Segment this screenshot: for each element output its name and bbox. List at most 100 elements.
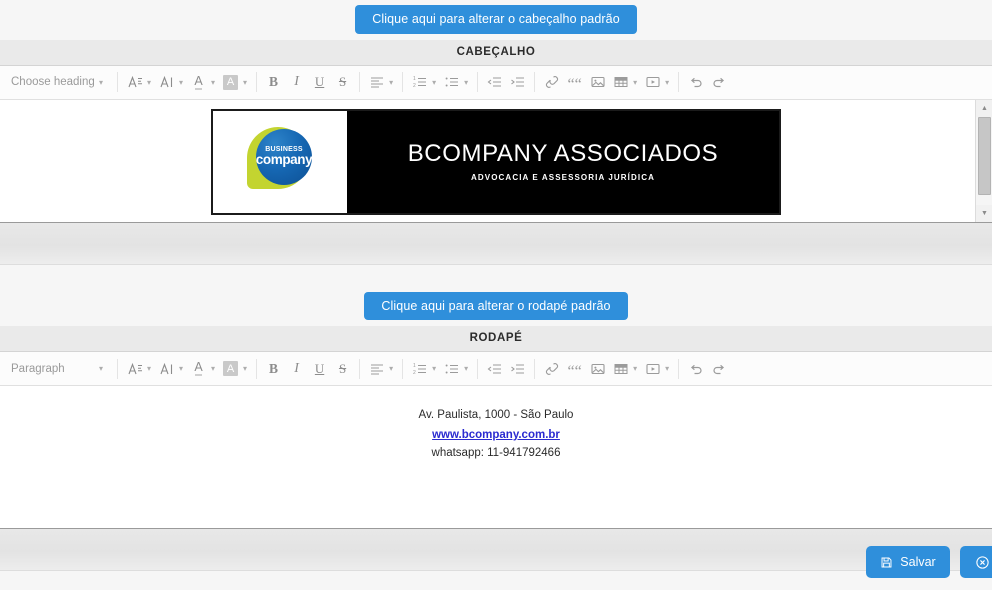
logo-circle-shape: BUSINESS company: [256, 129, 312, 185]
blockquote-icon[interactable]: ““: [563, 357, 586, 381]
strikethrough-button[interactable]: S: [331, 357, 354, 381]
footer-canvas[interactable]: Av. Paulista, 1000 - São Paulo www.bcomp…: [0, 386, 992, 528]
banner-title: BCOMPANY ASSOCIADOS: [408, 141, 719, 167]
align-left-icon[interactable]: [365, 357, 388, 381]
italic-button[interactable]: I: [285, 357, 308, 381]
chevron-down-icon[interactable]: ▾: [463, 78, 472, 87]
footer-cta-container: Clique aqui para alterar o rodapé padrão: [0, 265, 992, 327]
text-color-group: A ▾: [187, 70, 219, 94]
footer-website-link[interactable]: www.bcompany.com.br: [432, 427, 560, 445]
bold-label: B: [269, 74, 278, 90]
chevron-down-icon[interactable]: ▾: [146, 78, 155, 87]
bullet-list-icon[interactable]: [440, 357, 463, 381]
bullet-list-icon[interactable]: [440, 70, 463, 94]
footer-heading-select[interactable]: Paragraph ▾: [4, 357, 112, 381]
chevron-down-icon[interactable]: ▾: [146, 364, 155, 373]
strikethrough-label: S: [339, 361, 346, 377]
underline-label: U: [315, 361, 324, 377]
text-color-group: A ▾: [187, 357, 219, 381]
bold-button[interactable]: B: [262, 357, 285, 381]
chevron-down-icon[interactable]: ▾: [178, 78, 187, 87]
text-color-icon[interactable]: A: [187, 70, 210, 94]
redo-icon[interactable]: [707, 357, 730, 381]
font-family-icon[interactable]: [155, 357, 178, 381]
chevron-down-icon[interactable]: ▾: [242, 78, 251, 87]
save-button[interactable]: Salvar: [866, 546, 950, 578]
underline-button[interactable]: U: [308, 70, 331, 94]
blockquote-label: ““: [568, 361, 582, 377]
image-icon[interactable]: [586, 357, 609, 381]
italic-button[interactable]: I: [285, 70, 308, 94]
media-icon[interactable]: [641, 70, 664, 94]
ordered-list-icon[interactable]: 1 2: [408, 70, 431, 94]
svg-text:2: 2: [413, 83, 416, 89]
header-cta-container: Clique aqui para alterar o cabeçalho pad…: [0, 0, 992, 40]
font-size-icon[interactable]: [123, 357, 146, 381]
scroll-up-icon[interactable]: ▲: [976, 100, 992, 117]
change-footer-button[interactable]: Clique aqui para alterar o rodapé padrão: [364, 292, 627, 321]
table-icon[interactable]: [609, 357, 632, 381]
table-icon[interactable]: [609, 70, 632, 94]
chevron-down-icon[interactable]: ▾: [210, 364, 219, 373]
strikethrough-button[interactable]: S: [331, 70, 354, 94]
header-toolbar: Choose heading ▾ ▾: [0, 66, 992, 100]
chevron-down-icon[interactable]: ▾: [664, 78, 673, 87]
undo-icon[interactable]: [684, 357, 707, 381]
ordered-list-icon[interactable]: 1 2: [408, 357, 431, 381]
blockquote-icon[interactable]: ““: [563, 70, 586, 94]
header-status-strip: [0, 223, 992, 265]
outdent-icon[interactable]: [483, 70, 506, 94]
save-floppy-icon: [880, 556, 893, 569]
align-left-icon[interactable]: [365, 70, 388, 94]
chevron-down-icon[interactable]: ▾: [388, 78, 397, 87]
redo-icon[interactable]: [707, 70, 730, 94]
toolbar-divider: [117, 359, 118, 379]
outdent-icon[interactable]: [483, 357, 506, 381]
chevron-down-icon[interactable]: ▾: [388, 364, 397, 373]
font-size-icon[interactable]: [123, 70, 146, 94]
italic-label: I: [294, 74, 299, 90]
scroll-down-icon[interactable]: ▼: [976, 205, 992, 222]
header-banner-image[interactable]: BUSINESS company BCOMPANY ASSOCIADOS ADV…: [211, 109, 781, 215]
chevron-down-icon[interactable]: ▾: [178, 364, 187, 373]
chevron-down-icon: ▾: [98, 364, 107, 373]
link-icon[interactable]: [540, 357, 563, 381]
indent-icon[interactable]: [506, 70, 529, 94]
change-header-button[interactable]: Clique aqui para alterar o cabeçalho pad…: [355, 5, 637, 34]
chevron-down-icon[interactable]: ▾: [431, 364, 440, 373]
undo-icon[interactable]: [684, 70, 707, 94]
toolbar-divider: [117, 72, 118, 92]
indent-icon[interactable]: [506, 357, 529, 381]
header-canvas[interactable]: BUSINESS company BCOMPANY ASSOCIADOS ADV…: [0, 100, 992, 222]
header-canvas-scrollbar[interactable]: ▲ ▼: [975, 100, 992, 222]
image-icon[interactable]: [586, 70, 609, 94]
highlight-color-icon[interactable]: A: [219, 70, 242, 94]
action-bar: Salvar: [0, 546, 992, 590]
save-button-label: Salvar: [900, 555, 935, 569]
scrollbar-thumb[interactable]: [978, 117, 991, 195]
chevron-down-icon[interactable]: ▾: [210, 78, 219, 87]
header-editor: Choose heading ▾ ▾: [0, 66, 992, 223]
bold-button[interactable]: B: [262, 70, 285, 94]
highlight-color-icon[interactable]: A: [219, 357, 242, 381]
footer-heading-value: Paragraph: [11, 363, 65, 375]
chevron-down-icon[interactable]: ▾: [664, 364, 673, 373]
close-button[interactable]: [960, 546, 992, 578]
chevron-down-icon[interactable]: ▾: [632, 364, 641, 373]
chevron-down-icon[interactable]: ▾: [463, 364, 472, 373]
underline-button[interactable]: U: [308, 357, 331, 381]
chevron-down-icon[interactable]: ▾: [242, 364, 251, 373]
header-heading-select[interactable]: Choose heading ▾: [4, 70, 112, 94]
media-icon[interactable]: [641, 357, 664, 381]
chevron-down-icon[interactable]: ▾: [431, 78, 440, 87]
toolbar-divider: [534, 359, 535, 379]
banner-text-area: BCOMPANY ASSOCIADOS ADVOCACIA E ASSESSOR…: [347, 111, 779, 213]
text-color-icon[interactable]: A: [187, 357, 210, 381]
header-banner-wrapper: BUSINESS company BCOMPANY ASSOCIADOS ADV…: [0, 100, 992, 215]
footer-section-caption: RODAPÉ: [0, 326, 992, 352]
chevron-down-icon[interactable]: ▾: [632, 78, 641, 87]
bold-label: B: [269, 361, 278, 377]
font-family-icon[interactable]: [155, 70, 178, 94]
link-icon[interactable]: [540, 70, 563, 94]
toolbar-divider: [359, 72, 360, 92]
